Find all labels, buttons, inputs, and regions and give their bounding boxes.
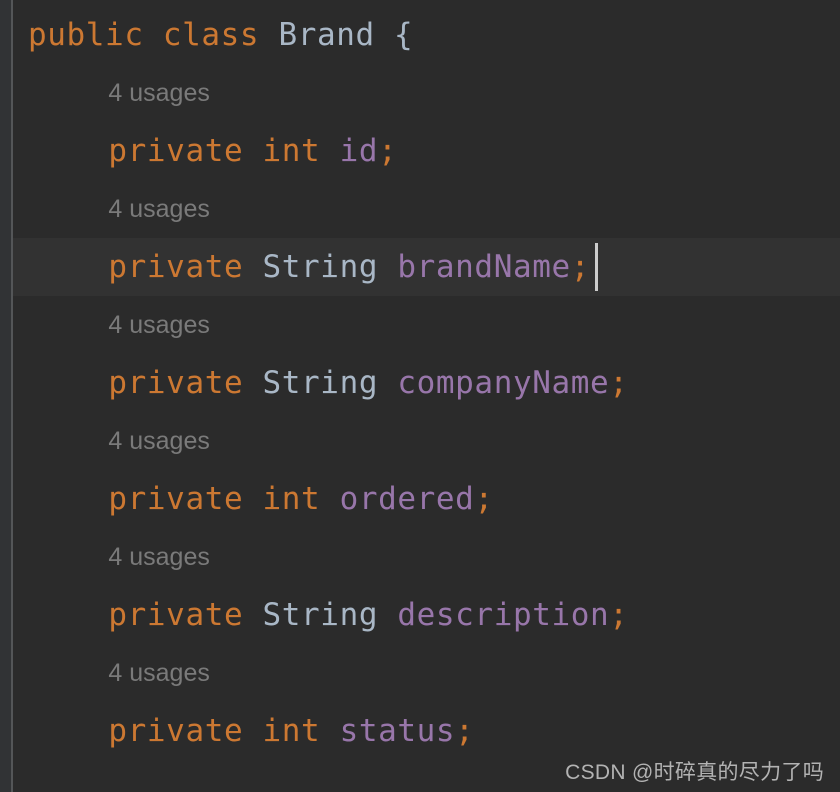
token-field: companyName	[397, 365, 610, 401]
usages-hint-line[interactable]: 4 usages	[13, 644, 840, 702]
token-kw: int	[262, 713, 321, 749]
code-line-text: private int status;	[108, 702, 474, 760]
code-line-text: private int id;	[108, 122, 397, 180]
code-line[interactable]: private int id;	[13, 122, 840, 180]
usages-hint-label[interactable]: 4 usages	[108, 412, 209, 470]
usages-hint-label[interactable]: 4 usages	[108, 180, 209, 238]
token-kw: public	[28, 17, 144, 53]
code-surface[interactable]: public class Brand {4 usages private int …	[13, 0, 840, 792]
usages-hint-label[interactable]: 4 usages	[108, 644, 209, 702]
code-line[interactable]: public class Brand {	[13, 6, 840, 64]
code-line-text: public class Brand {	[28, 6, 413, 64]
usages-hint-line[interactable]: 4 usages	[13, 64, 840, 122]
token-plain: {	[394, 17, 414, 53]
usages-hint-line[interactable]: 4 usages	[13, 412, 840, 470]
token-field: description	[397, 597, 610, 633]
code-line-text: private String brandName;	[108, 238, 590, 296]
token-punct: ;	[455, 713, 475, 749]
token-kw: private	[108, 713, 244, 749]
usages-hint-line[interactable]: 4 usages	[13, 528, 840, 586]
token-punct: ;	[609, 365, 629, 401]
gutter-divider	[11, 0, 13, 792]
usages-hint-label[interactable]: 4 usages	[108, 528, 209, 586]
token-punct: ;	[609, 597, 629, 633]
usages-hint-line[interactable]: 4 usages	[13, 296, 840, 354]
token-type: String	[262, 597, 379, 633]
code-line[interactable]: private String description;	[13, 586, 840, 644]
code-line-text: private String description;	[108, 586, 628, 644]
code-line[interactable]: private int status;	[13, 702, 840, 760]
token-kw: private	[108, 365, 244, 401]
code-line[interactable]: private int ordered;	[13, 470, 840, 528]
token-field: id	[339, 133, 379, 169]
code-line-text: private String companyName;	[108, 354, 628, 412]
text-caret	[595, 243, 598, 291]
usages-hint-line[interactable]: 4 usages	[13, 180, 840, 238]
code-line-text: private int ordered;	[108, 470, 493, 528]
token-kw: int	[262, 133, 321, 169]
token-kw: private	[108, 597, 244, 633]
token-kw: int	[262, 481, 321, 517]
token-type: Brand	[278, 17, 375, 53]
usages-hint-label[interactable]: 4 usages	[108, 296, 209, 354]
code-line[interactable]: private String companyName;	[13, 354, 840, 412]
token-kw: class	[162, 17, 260, 53]
editor-gutter[interactable]	[0, 0, 11, 792]
token-kw: private	[108, 249, 244, 285]
usages-hint-label[interactable]: 4 usages	[108, 64, 209, 122]
token-type: String	[262, 249, 379, 285]
token-field: ordered	[339, 481, 475, 517]
token-punct: ;	[570, 249, 591, 285]
token-field: brandName	[397, 249, 571, 285]
code-editor[interactable]: public class Brand {4 usages private int …	[0, 0, 840, 792]
token-field: status	[339, 713, 456, 749]
token-kw: private	[108, 133, 244, 169]
token-kw: private	[108, 481, 244, 517]
token-punct: ;	[378, 133, 398, 169]
token-punct: ;	[474, 481, 494, 517]
code-line[interactable]: private String brandName;	[13, 238, 840, 296]
token-type: String	[262, 365, 379, 401]
